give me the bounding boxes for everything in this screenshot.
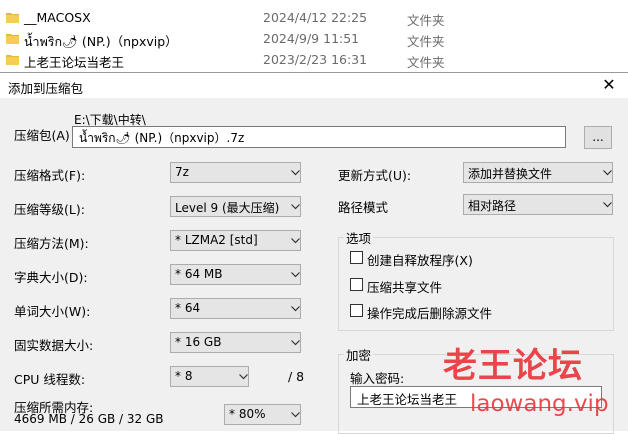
file-name: __MACOSX: [24, 10, 91, 25]
file-name: น้ำพริก🌶 (NP.)（npxvip）: [24, 34, 178, 49]
path-mode-label: 路径模式: [338, 200, 389, 215]
dictionary-select[interactable]: * 64 MB: [170, 264, 301, 285]
method-value: * LZMA2 [std]: [175, 233, 258, 247]
file-name: 上老王论坛当老王: [24, 55, 125, 70]
solid-block-value: * 16 GB: [175, 335, 222, 349]
file-type: 文件夹: [407, 34, 445, 49]
list-item[interactable]: 上老王论坛当老王 2023/2/23 16:31 文件夹: [0, 50, 628, 70]
archive-name-input[interactable]: น้ำพริก🌶 (NP.)（npxvip）.7z: [72, 126, 566, 148]
method-label: 压缩方法(M):: [14, 236, 89, 251]
file-date: 2023/2/23 16:31: [263, 52, 368, 67]
path-mode-value: 相对路径: [468, 199, 517, 213]
update-mode-select[interactable]: 添加并替换文件: [463, 162, 613, 183]
update-mode-label: 更新方式(U):: [338, 168, 412, 183]
update-mode-value: 添加并替换文件: [468, 167, 553, 181]
word-size-label: 单词大小(W):: [14, 304, 91, 319]
solid-block-select[interactable]: * 16 GB: [170, 332, 301, 353]
dialog-title: 添加到压缩包: [8, 81, 84, 96]
sfx-label: 创建自释放程序(X): [367, 253, 473, 268]
cpu-threads-label: CPU 线程数:: [14, 372, 86, 387]
memory-usage-select[interactable]: * 80%: [224, 404, 301, 425]
shared-files-label: 压缩共享文件: [367, 280, 443, 295]
memory-detail: 4669 MB / 26 GB / 32 GB: [14, 412, 164, 426]
list-item[interactable]: น้ำพริก🌶 (NP.)（npxvip） 2024/9/9 11:51 文件…: [0, 29, 628, 49]
format-label: 压缩格式(F):: [14, 168, 86, 183]
archive-label: 压缩包(A): [14, 128, 70, 143]
path-mode-select[interactable]: 相对路径: [463, 194, 613, 215]
browse-button[interactable]: ...: [584, 126, 612, 149]
list-item[interactable]: __MACOSX 2024/4/12 22:25 文件夹: [0, 8, 628, 28]
sfx-checkbox[interactable]: [350, 251, 363, 264]
folder-icon: [6, 34, 19, 44]
title-bar: 添加到压缩包 ✕: [0, 73, 628, 98]
format-select[interactable]: 7z: [170, 162, 301, 183]
delete-after-label: 操作完成后删除源文件: [367, 306, 493, 321]
watermark-url: laowang.vip: [470, 391, 609, 417]
password-label: 输入密码:: [350, 371, 405, 386]
options-title: 选项: [344, 228, 374, 247]
file-type: 文件夹: [407, 13, 445, 28]
memory-usage-value: * 80%: [229, 407, 266, 421]
folder-icon: [6, 13, 19, 23]
dictionary-value: * 64 MB: [175, 267, 223, 281]
method-select[interactable]: * LZMA2 [std]: [170, 230, 301, 251]
file-explorer-list: __MACOSX 2024/4/12 22:25 文件夹 น้ำพริก🌶 (N…: [0, 0, 628, 70]
shared-files-checkbox[interactable]: [350, 278, 363, 291]
level-label: 压缩等级(L):: [14, 202, 85, 217]
folder-icon: [6, 55, 19, 65]
cpu-threads-value: * 8: [175, 369, 193, 383]
level-select[interactable]: Level 9 (最大压缩): [170, 196, 301, 217]
close-icon[interactable]: ✕: [600, 75, 618, 95]
format-value: 7z: [175, 165, 189, 179]
word-size-select[interactable]: * 64: [170, 298, 301, 319]
word-size-value: * 64: [175, 301, 201, 315]
solid-block-label: 固实数据大小:: [14, 338, 94, 353]
cpu-threads-total: / 8: [288, 369, 305, 384]
file-date: 2024/9/9 11:51: [263, 31, 360, 46]
watermark-logo: 老王论坛: [443, 346, 583, 386]
file-type: 文件夹: [407, 55, 445, 70]
level-value: Level 9 (最大压缩): [175, 201, 280, 215]
cpu-threads-select[interactable]: * 8: [170, 366, 249, 387]
dictionary-label: 字典大小(D):: [14, 270, 88, 285]
encryption-title: 加密: [344, 345, 374, 364]
delete-after-checkbox[interactable]: [350, 304, 363, 317]
file-date: 2024/4/12 22:25: [263, 10, 368, 25]
